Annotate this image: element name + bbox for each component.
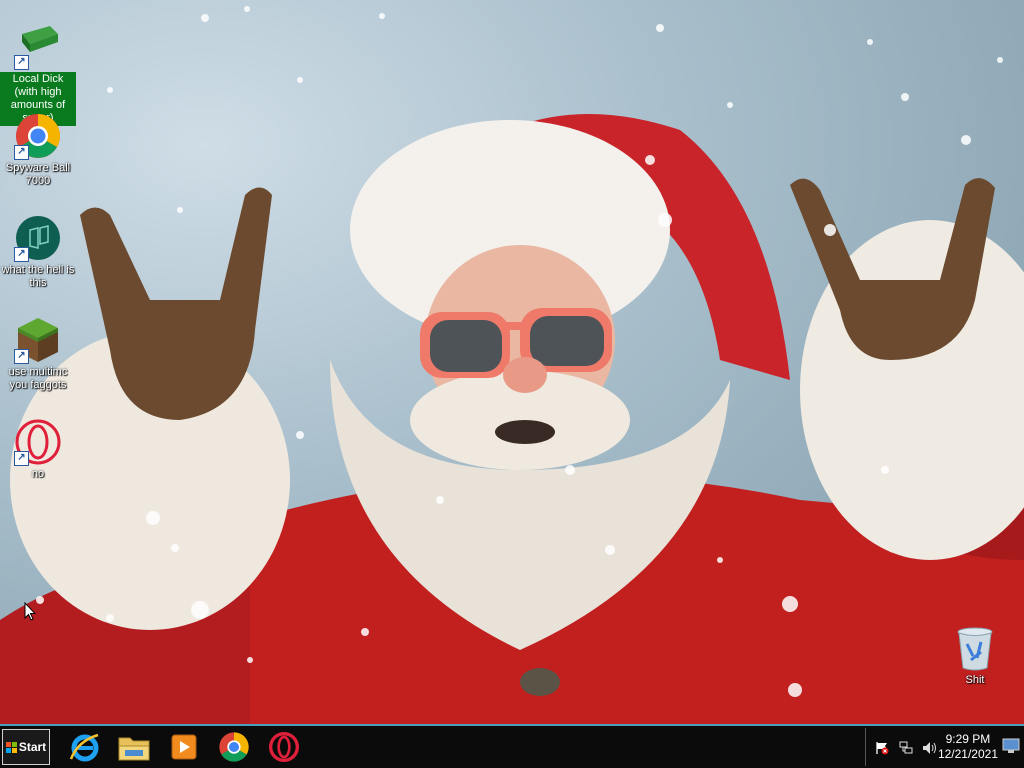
desktop-icon-multimc[interactable]: ↗ use multimc you faggots [0, 316, 76, 392]
shortcut-arrow-icon: ↗ [14, 55, 29, 70]
desktop-icon-local-dick[interactable]: ↗ Local Dick (with high amounts of sugar… [0, 22, 76, 126]
desktop-icon-what-the-hell[interactable]: ↗ what the hell is this [0, 214, 76, 290]
desktop-icon-label: Shit [965, 674, 985, 686]
network-icon[interactable] [898, 741, 914, 755]
edge-icon: ↗ [14, 214, 62, 262]
shortcut-arrow-icon: ↗ [14, 247, 29, 262]
start-label: Start [18, 740, 47, 754]
taskbar-ie-button[interactable] [64, 728, 104, 766]
desktop-icon-spyware-ball[interactable]: ↗ Spyware Ball 7000 [0, 112, 76, 188]
santa-wallpaper-image [0, 6, 1024, 724]
book-icon: ↗ [14, 22, 62, 70]
taskbar-media-player-button[interactable] [164, 728, 204, 766]
shortcut-arrow-icon: ↗ [14, 349, 29, 364]
clock[interactable]: 9:29 PM 12/21/2021 [938, 732, 998, 762]
volume-icon[interactable] [922, 741, 938, 755]
chrome-icon: ↗ [14, 112, 62, 160]
taskbar: Start 9:29 PM 12/21/2021 [0, 724, 1024, 768]
taskbar-chrome-button[interactable] [214, 728, 254, 766]
action-center-flag-icon[interactable] [874, 741, 890, 755]
desktop-icon-label: use multimc you faggots [8, 366, 68, 391]
media-player-icon [171, 734, 197, 760]
desktop-wallpaper [0, 0, 1024, 724]
start-button[interactable]: Start [2, 729, 50, 765]
chrome-icon [219, 732, 249, 762]
recycle-bin-icon [951, 624, 999, 672]
desktop-icon-label: what the hell is this [1, 264, 75, 289]
show-desktop-icon[interactable] [1002, 738, 1020, 754]
desktop-icon-label: Spyware Ball 7000 [5, 162, 71, 187]
clock-date: 12/21/2021 [937, 747, 998, 761]
taskbar-file-explorer-button[interactable] [114, 728, 154, 766]
file-explorer-icon [118, 737, 150, 761]
desktop-icon-label: no [31, 468, 45, 480]
clock-time: 9:29 PM [945, 732, 991, 746]
shortcut-arrow-icon: ↗ [14, 451, 29, 466]
minecraft-icon: ↗ [14, 316, 62, 364]
taskbar-opera-button[interactable] [264, 728, 304, 766]
opera-icon [269, 732, 299, 762]
desktop-icon-no[interactable]: ↗ no [0, 418, 76, 481]
system-tray: 9:29 PM 12/21/2021 [865, 728, 1024, 766]
desktop-icon-recycle-bin[interactable]: Shit [937, 624, 1013, 687]
mouse-cursor-icon [24, 602, 36, 621]
ie-icon [69, 733, 99, 762]
opera-icon: ↗ [14, 418, 62, 466]
shortcut-arrow-icon: ↗ [14, 145, 29, 160]
windows-logo-icon [5, 741, 17, 753]
